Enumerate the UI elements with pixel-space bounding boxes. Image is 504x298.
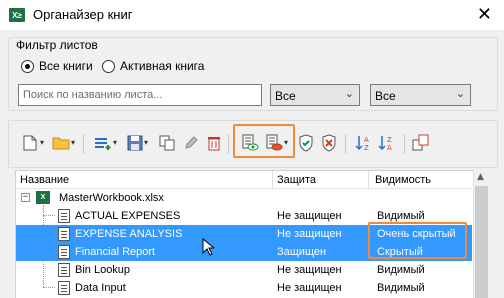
sort-za-icon[interactable]: ZA: [378, 134, 396, 152]
sheet-visibility: Видимый: [377, 264, 425, 276]
scrollbar-thumb[interactable]: [475, 186, 488, 298]
new-sheet-icon[interactable]: [21, 134, 39, 152]
sheet-visibility: Видимый: [377, 282, 425, 294]
column-separator: [368, 171, 369, 189]
toolbar-separator: [83, 134, 84, 154]
sheet-name: Data Input: [75, 282, 126, 294]
svg-text:A: A: [364, 136, 369, 144]
sheet-icon: [58, 245, 70, 259]
sheet-row[interactable]: Data Input Не защищен Видимый: [16, 279, 472, 297]
radio-all-books-label: Все книги: [39, 59, 93, 73]
sheet-protection: Не защищен: [277, 210, 342, 222]
visibility-highlight-box: [368, 222, 467, 259]
toolbar-separator: [228, 134, 229, 154]
save-icon[interactable]: [126, 134, 144, 152]
hide-sheet-dropdown-icon[interactable]: ▾: [284, 138, 288, 147]
chevron-down-icon: ⌄: [344, 88, 354, 100]
radio-active-book-label: Активная книга: [120, 59, 205, 73]
workbook-name: MasterWorkbook.xlsx: [59, 192, 164, 204]
save-dropdown-icon[interactable]: ▾: [144, 138, 148, 147]
filter-group-label: Фильтр листов: [14, 38, 100, 52]
copy-icon[interactable]: [158, 134, 176, 152]
radio-all-books-indicator[interactable]: [21, 59, 34, 73]
sheet-icon: [58, 263, 70, 277]
radio-all-books[interactable]: Все книги: [21, 59, 93, 73]
sheet-search-input[interactable]: Поиск по названию листа...: [18, 84, 262, 106]
title-bar: X≥ Органайзер книг ✕: [0, 0, 504, 30]
sheet-protection: Защищен: [277, 246, 327, 258]
sheet-icon: [58, 209, 70, 223]
protect-shield-icon[interactable]: [297, 134, 315, 152]
sheet-protection: Не защищен: [277, 228, 342, 240]
open-folder-icon[interactable]: [52, 134, 70, 152]
toolbar-separator: [345, 134, 346, 154]
toolbar-separator: [404, 134, 405, 154]
close-icon[interactable]: ✕: [477, 4, 492, 25]
new-sheet-dropdown-icon[interactable]: ▾: [40, 138, 44, 147]
sheet-name: ACTUAL EXPENSES: [75, 210, 181, 222]
sort-az-icon[interactable]: AZ: [355, 134, 373, 152]
rename-pencil-icon[interactable]: [182, 134, 200, 152]
protection-filter-value: Все: [275, 89, 296, 103]
sheet-name: EXPENSE ANALYSIS: [75, 228, 183, 240]
column-header-visibility[interactable]: Видимость: [375, 174, 431, 186]
excel-app-icon: X≥: [9, 8, 25, 22]
chevron-down-icon: ⌄: [455, 88, 465, 100]
protection-filter-select[interactable]: Все ⌄: [270, 84, 360, 106]
switch-icon[interactable]: [412, 134, 430, 152]
scroll-up-arrow-icon[interactable]: ▲: [477, 172, 484, 182]
radio-active-book[interactable]: Активная книга: [102, 59, 204, 73]
window-title: Органайзер книг: [33, 7, 133, 22]
workbook-row[interactable]: MasterWorkbook.xlsx: [16, 189, 472, 207]
column-header-name[interactable]: Название: [20, 174, 69, 186]
insert-sheet-icon[interactable]: [94, 134, 112, 152]
hide-sheet-icon[interactable]: [265, 134, 283, 152]
sheet-name: Bin Lookup: [75, 264, 131, 276]
sheet-visibility: Видимый: [377, 210, 425, 222]
visibility-filter-select[interactable]: Все ⌄: [370, 84, 471, 106]
open-folder-dropdown-icon[interactable]: ▾: [71, 138, 75, 147]
collapse-toggle-icon[interactable]: −: [21, 193, 30, 202]
svg-text:A: A: [387, 144, 392, 152]
svg-text:Z: Z: [364, 144, 369, 152]
delete-trash-icon[interactable]: [205, 134, 223, 152]
column-separator: [272, 171, 273, 189]
workbook-excel-icon: X: [36, 191, 50, 204]
sheet-protection: Не защищен: [277, 264, 342, 276]
sheet-protection: Не защищен: [277, 282, 342, 294]
show-sheet-icon[interactable]: [241, 134, 259, 152]
visibility-filter-value: Все: [375, 89, 396, 103]
svg-text:Z: Z: [387, 136, 392, 144]
sheet-row[interactable]: Bin Lookup Не защищен Видимый: [16, 261, 472, 279]
unprotect-shield-icon[interactable]: [320, 134, 338, 152]
column-header-protection[interactable]: Защита: [277, 174, 316, 186]
sheet-icon: [58, 227, 70, 241]
sheet-icon: [58, 281, 70, 295]
sheet-name: Financial Report: [75, 246, 156, 258]
radio-active-book-indicator[interactable]: [102, 59, 115, 73]
insert-sheet-dropdown-icon[interactable]: ▾: [113, 138, 117, 147]
